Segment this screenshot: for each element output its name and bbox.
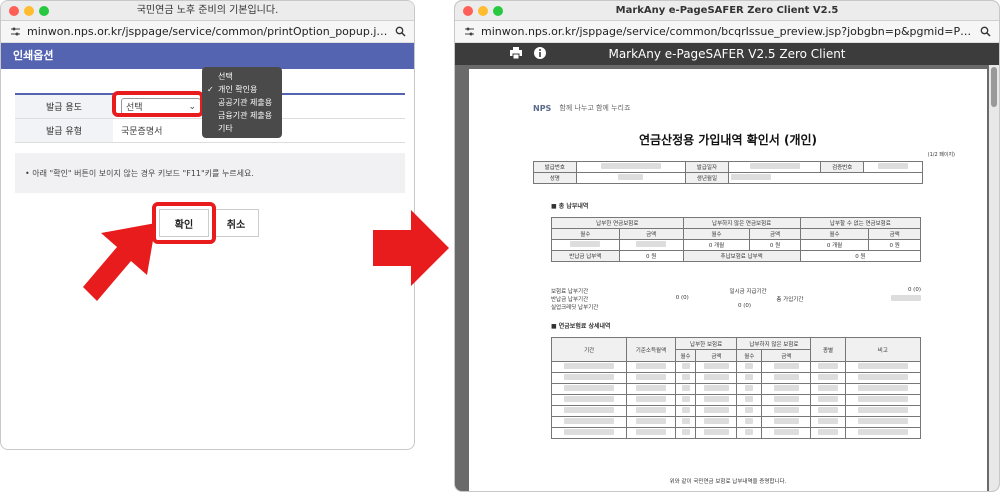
summary-period-1: 보험료 납부기간 일시금 지급기간 0 (0) <box>551 287 921 295</box>
right-arrow-icon <box>373 210 449 286</box>
close-icon[interactable] <box>9 6 19 16</box>
confirm-highlight <box>152 202 216 244</box>
print-option-window: 국민연금 노후 준비의 기본입니다. minwon.nps.or.kr/jspp… <box>0 0 415 450</box>
right-url-bar[interactable]: minwon.nps.or.kr/jsppage/service/common/… <box>455 21 999 43</box>
print-icon[interactable] <box>510 46 522 62</box>
zoom-search-icon[interactable] <box>979 26 991 38</box>
document-title: 연금산정용 가입내역 확인서 (개인) <box>638 133 818 147</box>
total-payment-table: 납부한 연금보험료 납부하지 않은 연금보험료 납부할 수 없는 연금보험료 월수 금… <box>551 217 922 262</box>
left-url-bar[interactable]: minwon.nps.or.kr/jsppage/service/common/… <box>1 21 414 43</box>
zoom-icon[interactable] <box>39 6 49 16</box>
issue-info-table: 발급번호 발급일자 검증번호 성명 생년월일 <box>533 161 924 184</box>
type-label: 발급 유형 <box>15 119 113 142</box>
nps-logo: NPS 함께 나누고 함께 누리죠 <box>533 103 631 113</box>
checkmark-icon: ✓ <box>207 85 214 94</box>
minimize-icon[interactable] <box>478 6 488 16</box>
cancel-button[interactable]: 취소 <box>213 209 259 237</box>
purpose-label: 발급 용도 <box>15 95 113 118</box>
zoom-search-icon[interactable] <box>394 26 406 38</box>
viewer-toolbar: MarkAny e-PageSAFER V2.5 Zero Client <box>455 43 999 65</box>
dropdown-option-financial[interactable]: 금융기관 제출용 <box>202 109 282 122</box>
info-icon[interactable] <box>534 46 546 62</box>
zoom-icon[interactable] <box>493 6 503 16</box>
site-settings-icon[interactable] <box>9 26 21 38</box>
right-titlebar: MarkAny e-PageSAFER Zero Client V2.5 <box>455 1 999 21</box>
type-value: 국문증명서 <box>121 127 163 137</box>
left-url[interactable]: minwon.nps.or.kr/jsppage/service/common/… <box>27 25 388 38</box>
viewer-window: MarkAny e-PageSAFER Zero Client V2.5 min… <box>454 0 1000 492</box>
document-page: NPS 함께 나누고 함께 누리죠 연금산정용 가입내역 확인서 (개인) (1/… <box>469 69 987 491</box>
site-settings-icon[interactable] <box>463 26 475 38</box>
left-titlebar: 국민연금 노후 준비의 기본입니다. <box>1 1 414 21</box>
scroll-thumb[interactable] <box>991 67 997 107</box>
left-window-title: 국민연금 노후 준비의 기본입니다. <box>136 5 279 16</box>
summary-period-3: 실업크레딧 납부기간 0 (0) <box>551 303 751 311</box>
select-highlight <box>112 91 204 117</box>
purpose-dropdown-menu: 선택 ✓ 개인 확인용 공공기관 제출용 금융기관 제출용 기타 <box>202 67 282 138</box>
summary-period-2: 반납금 납부기간 0 (0) 총 가입기간 <box>551 295 921 303</box>
dropdown-option-personal[interactable]: ✓ 개인 확인용 <box>202 83 282 96</box>
dropdown-option-select[interactable]: 선택 <box>202 70 282 83</box>
section-total-payment: ■ 총 납부내역 <box>551 203 589 210</box>
document-footer-note: 위와 같이 국민연금 보험료 납부내역을 증명합니다. <box>669 479 787 485</box>
dropdown-option-public[interactable]: 공공기관 제출용 <box>202 96 282 109</box>
right-url[interactable]: minwon.nps.or.kr/jsppage/service/common/… <box>481 25 973 38</box>
close-icon[interactable] <box>463 6 473 16</box>
page-number: (1/2 페이지) <box>927 152 955 158</box>
detail-table: 기간 기준소득월액 납부한 보험료 납부하지 않은 보험료 종별 비고 월수 금액 월수 금액 <box>550 337 922 439</box>
pointer-arrow-icon <box>83 223 156 301</box>
print-options-header: 인쇄옵션 <box>1 43 414 69</box>
dropdown-option-other[interactable]: 기타 <box>202 122 282 135</box>
minimize-icon[interactable] <box>24 6 34 16</box>
f11-notice: • 아래 "확인" 버튼이 보이지 않는 경우 키보드 "F11"키를 누르세요… <box>15 153 405 193</box>
viewer-scrollbar[interactable] <box>989 65 999 491</box>
section-detail: ■ 연금보험료 상세내역 <box>551 323 611 330</box>
right-window-title: MarkAny e-PageSAFER Zero Client V2.5 <box>615 5 839 16</box>
